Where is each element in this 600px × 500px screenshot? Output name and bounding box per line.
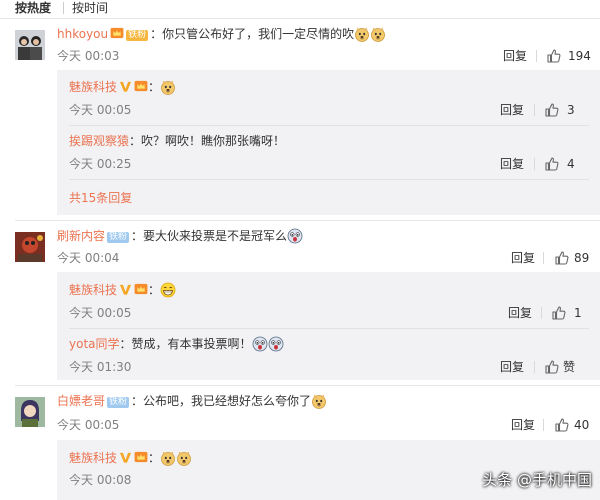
like-count: 3 bbox=[567, 103, 575, 117]
member-crown-icon bbox=[134, 283, 148, 295]
comment-text: ：你只管公布好了，我们一定尽情的吹 bbox=[150, 27, 355, 41]
action-divider bbox=[534, 104, 535, 116]
doge-emoji bbox=[354, 26, 370, 42]
comment-time: 今天 00:04 bbox=[57, 251, 120, 265]
thumb-up-icon[interactable] bbox=[552, 306, 566, 320]
reply-body: 魅族科技 ： bbox=[69, 450, 192, 466]
reply-text: ： bbox=[148, 80, 161, 94]
fan-badge: 铁粉 bbox=[107, 397, 130, 408]
fan-badge: 铁粉 bbox=[107, 232, 130, 243]
reply-divider bbox=[69, 328, 589, 329]
comment-body: 白嫖老哥 铁粉 ：公布吧，我已经想好怎么夸你了 bbox=[57, 393, 327, 409]
comment-divider bbox=[15, 385, 600, 386]
comment-author[interactable]: hhkoyou bbox=[57, 27, 108, 41]
more-replies-link[interactable]: 共15条回复 bbox=[69, 191, 132, 205]
action-divider bbox=[534, 361, 535, 373]
sort-by-time-tab[interactable]: 按时间 bbox=[72, 1, 108, 15]
doge-emoji bbox=[176, 450, 192, 466]
member-crown-icon bbox=[134, 451, 148, 463]
thumb-up-icon[interactable] bbox=[555, 251, 569, 265]
verified-v-icon bbox=[119, 451, 132, 464]
member-crown-icon bbox=[134, 80, 148, 92]
like-count: 40 bbox=[574, 418, 590, 432]
reply-body: 挨踢观察猿：吹？啊吹！瞧你那张嘴呀！ bbox=[69, 133, 285, 149]
reply-divider bbox=[69, 125, 589, 126]
reply-body: yota同学：赞成，有本事投票啊！ bbox=[69, 336, 284, 352]
reply-time: 今天 00:05 bbox=[69, 103, 132, 117]
doge-emoji bbox=[370, 26, 386, 42]
like-count: 194 bbox=[568, 49, 591, 63]
doge-emoji bbox=[311, 393, 327, 409]
avatar-image bbox=[15, 30, 45, 60]
reply-body: 魅族科技 ： bbox=[69, 79, 176, 95]
reply-author[interactable]: yota同学 bbox=[69, 337, 120, 351]
like-count[interactable]: 赞 bbox=[563, 360, 575, 374]
reply-list: 魅族科技 ： 今天 00:05 回复 1 yota同学：赞成，有本事投票啊！ 今天… bbox=[57, 272, 600, 380]
fan-badge: 铁粉 bbox=[126, 30, 149, 41]
sort-by-hot-tab[interactable]: 按热度 bbox=[15, 1, 51, 15]
reply-text: ：赞成，有本事投票啊！ bbox=[119, 337, 252, 351]
reply-text: ： bbox=[148, 451, 161, 465]
reply-text: ：吹？啊吹！瞧你那张嘴呀！ bbox=[129, 134, 286, 148]
comment-body: 刷新内容 铁粉 ：要大伙来投票是不是冠军么 bbox=[57, 228, 303, 244]
reply-button[interactable]: 回复 bbox=[511, 418, 535, 432]
reply-button[interactable]: 回复 bbox=[500, 360, 524, 374]
action-divider bbox=[541, 307, 542, 319]
doge-emoji bbox=[160, 450, 176, 466]
reply-divider bbox=[69, 179, 589, 180]
avatar-image bbox=[15, 232, 45, 262]
reply-time: 今天 00:08 bbox=[69, 473, 132, 487]
reply-author[interactable]: 魅族科技 bbox=[69, 283, 117, 297]
reply-button[interactable]: 回复 bbox=[500, 103, 524, 117]
reply-text: ： bbox=[148, 283, 161, 297]
reply-author[interactable]: 挨踢观察猿 bbox=[69, 134, 129, 148]
reply-button[interactable]: 回复 bbox=[511, 251, 535, 265]
shock-emoji bbox=[252, 336, 268, 352]
shock-emoji bbox=[287, 228, 303, 244]
reply-button[interactable]: 回复 bbox=[500, 157, 524, 171]
comment-divider bbox=[15, 220, 600, 221]
comment-time: 今天 00:05 bbox=[57, 418, 120, 432]
grin-emoji bbox=[160, 282, 176, 298]
thumb-up-icon[interactable] bbox=[547, 49, 561, 63]
action-divider bbox=[543, 252, 544, 264]
like-count: 1 bbox=[574, 306, 582, 320]
doge-emoji bbox=[160, 79, 176, 95]
like-count: 4 bbox=[567, 157, 575, 171]
comment-body: hhkoyou 铁粉 ：你只管公布好了，我们一定尽情的吹 bbox=[57, 26, 386, 42]
thumb-up-icon[interactable] bbox=[545, 103, 559, 117]
reply-time: 今天 00:05 bbox=[69, 306, 132, 320]
action-divider bbox=[543, 419, 544, 431]
thumb-up-icon[interactable] bbox=[545, 360, 559, 374]
reply-time: 今天 01:30 bbox=[69, 360, 132, 374]
comment-author[interactable]: 刷新内容 bbox=[57, 229, 105, 243]
reply-list: 魅族科技 ： 今天 00:05 回复 3 挨踢观察猿：吹？啊吹！瞧你那张嘴呀！ 今… bbox=[57, 70, 600, 215]
verified-v-icon bbox=[119, 80, 132, 93]
avatar[interactable] bbox=[15, 397, 45, 427]
comment-text: ：要大伙来投票是不是冠军么 bbox=[131, 229, 288, 243]
like-count: 89 bbox=[574, 251, 590, 265]
comment-author[interactable]: 白嫖老哥 bbox=[57, 394, 105, 408]
member-crown-icon bbox=[110, 27, 124, 39]
action-divider bbox=[534, 158, 535, 170]
reply-time: 今天 00:25 bbox=[69, 157, 132, 171]
reply-button[interactable]: 回复 bbox=[508, 306, 532, 320]
action-divider bbox=[536, 50, 537, 62]
comment-time: 今天 00:03 bbox=[57, 49, 120, 63]
verified-v-icon bbox=[119, 283, 132, 296]
sort-bar: 按热度 按时间 bbox=[0, 0, 600, 19]
tab-divider bbox=[63, 2, 64, 14]
shock-emoji bbox=[268, 336, 284, 352]
thumb-up-icon[interactable] bbox=[555, 418, 569, 432]
comment-text: ：公布吧，我已经想好怎么夸你了 bbox=[131, 394, 312, 408]
reply-body: 魅族科技 ： bbox=[69, 282, 176, 298]
avatar[interactable] bbox=[15, 232, 45, 262]
avatar-image bbox=[15, 397, 45, 427]
watermark: 头条 @手机中国 bbox=[482, 471, 592, 489]
avatar[interactable] bbox=[15, 30, 45, 60]
reply-button[interactable]: 回复 bbox=[503, 49, 527, 63]
reply-author[interactable]: 魅族科技 bbox=[69, 80, 117, 94]
reply-author[interactable]: 魅族科技 bbox=[69, 451, 117, 465]
thumb-up-icon[interactable] bbox=[545, 157, 559, 171]
